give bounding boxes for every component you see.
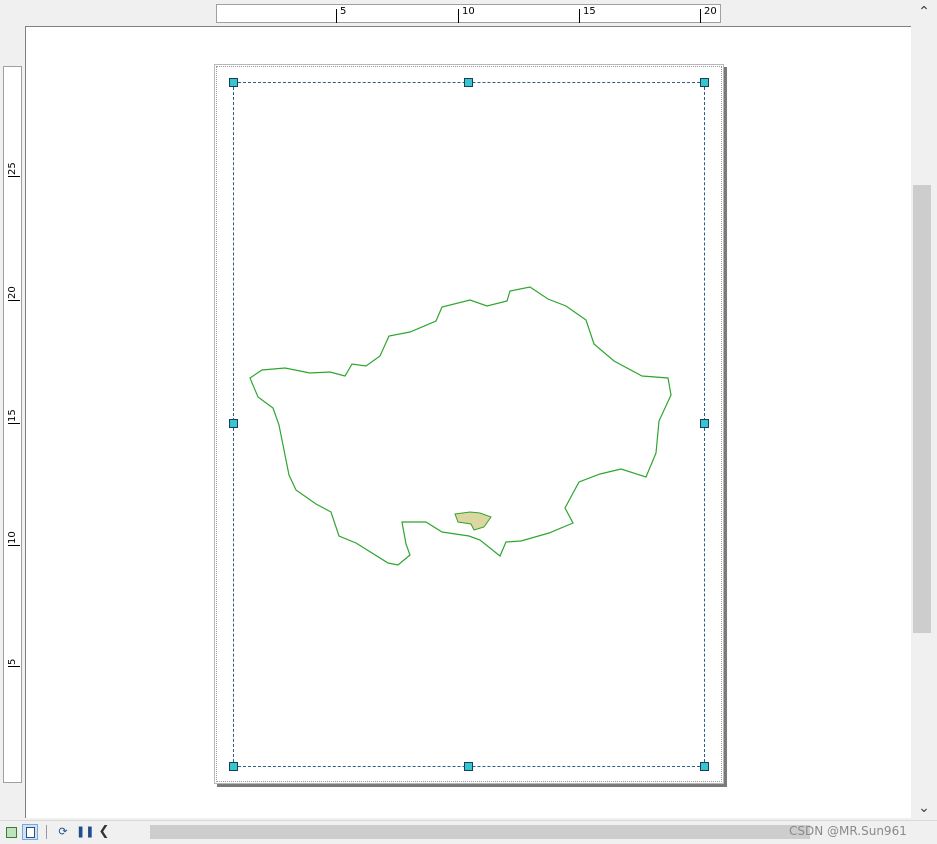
resize-handle-bottom-right[interactable] [700,762,709,771]
vertical-scroll-thumb[interactable] [913,185,931,633]
resize-handle-top-right[interactable] [700,78,709,87]
chevron-up-icon[interactable]: ⌃ [913,2,935,22]
refresh-button[interactable]: ⟳ [55,824,71,840]
resize-handle-bottom-left[interactable] [229,762,238,771]
layout-view-icon [26,827,35,838]
resize-handle-middle-right[interactable] [700,419,709,428]
horizontal-scroll-thumb[interactable] [150,825,810,839]
resize-handle-top-left[interactable] [229,78,238,87]
toolbar-separator [46,825,47,839]
refresh-icon: ⟳ [58,825,68,838]
vertical-scrollbar[interactable]: ⌃ ⌄ [911,0,937,820]
pause-icon: ❚❚ [76,825,95,838]
bottom-toolbar: ⟳ ❚❚ ❮ CSDN @MR.Sun961 [0,820,937,844]
chevron-left-icon: ❮ [98,824,110,839]
data-view-icon [6,827,17,838]
resize-handle-top-center[interactable] [464,78,473,87]
resize-handle-middle-left[interactable] [229,419,238,428]
resize-handle-bottom-center[interactable] [464,762,473,771]
watermark-text: CSDN @MR.Sun961 [789,824,907,838]
scroll-left-button[interactable]: ❮ [96,824,112,840]
pause-button[interactable]: ❚❚ [76,824,95,840]
layout-view-button[interactable] [22,824,38,840]
chevron-down-icon[interactable]: ⌄ [913,798,935,818]
data-view-button[interactable] [3,824,19,840]
data-frame-selection[interactable] [229,78,709,771]
